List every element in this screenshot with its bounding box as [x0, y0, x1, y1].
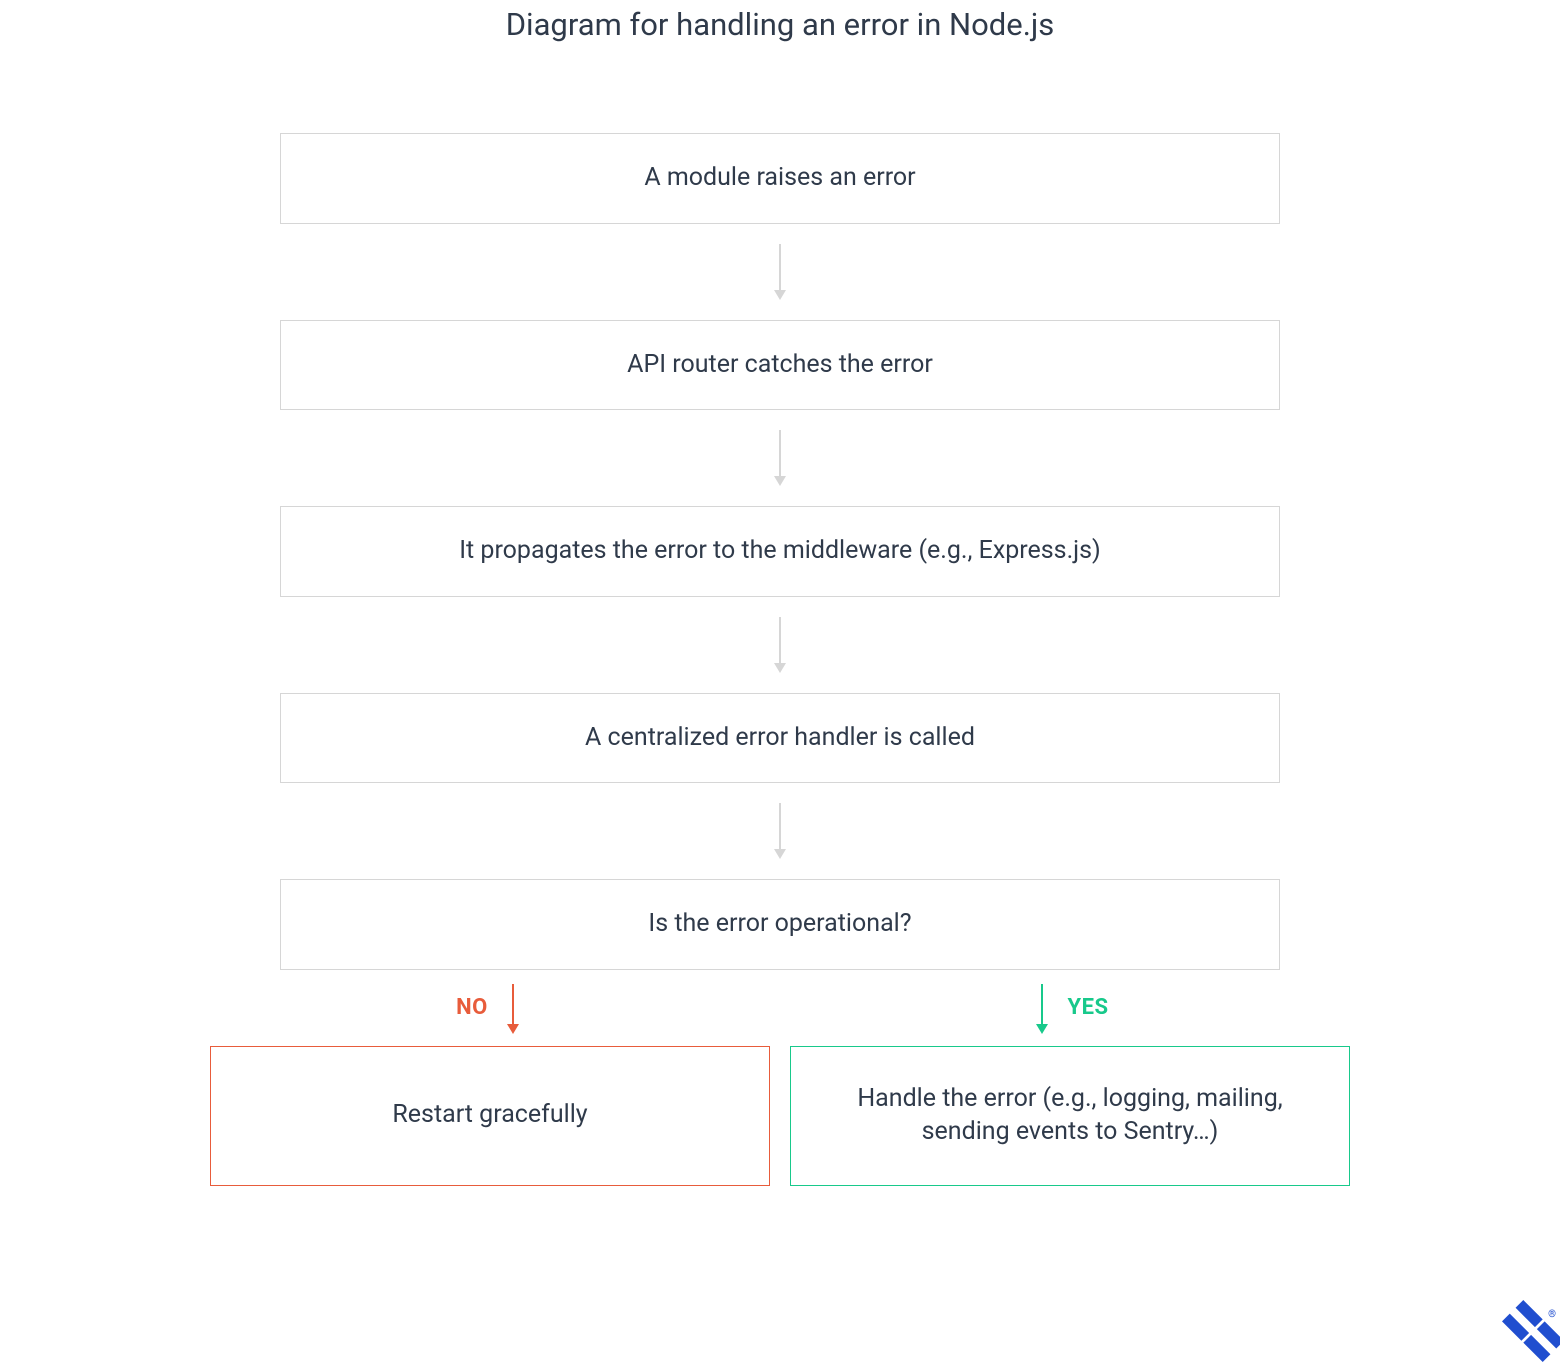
branch-yes: YES Handle the error (e.g., logging, mai…	[790, 970, 1350, 1186]
arrow-down-yes-icon	[1031, 980, 1053, 1036]
branch-yes-header: YES	[1031, 970, 1108, 1046]
branch-no: NO Restart gracefully	[210, 970, 770, 1186]
outcome-restart-gracefully: Restart gracefully	[210, 1046, 770, 1186]
arrow-down-icon	[768, 428, 792, 488]
no-label: NO	[456, 995, 488, 1020]
arrow-down-no-icon	[502, 980, 524, 1036]
step-module-raises-error: A module raises an error	[280, 133, 1280, 224]
step-propagate-middleware: It propagates the error to the middlewar…	[280, 506, 1280, 597]
registered-mark: ®	[1548, 1309, 1556, 1320]
arrow-down-icon	[768, 615, 792, 675]
step-is-operational: Is the error operational?	[280, 879, 1280, 970]
arrow-down-icon	[768, 801, 792, 861]
decision-branches: NO Restart gracefully YES Handle the err…	[210, 970, 1350, 1186]
yes-label: YES	[1067, 995, 1108, 1020]
flow-diagram: A module raises an error API router catc…	[0, 133, 1560, 1186]
branch-no-header: NO	[456, 970, 524, 1046]
diagram-title: Diagram for handling an error in Node.js	[0, 0, 1560, 49]
step-centralized-handler: A centralized error handler is called	[280, 693, 1280, 784]
arrow-down-icon	[768, 242, 792, 302]
outcome-handle-error: Handle the error (e.g., logging, mailing…	[790, 1046, 1350, 1186]
step-api-catches-error: API router catches the error	[280, 320, 1280, 411]
